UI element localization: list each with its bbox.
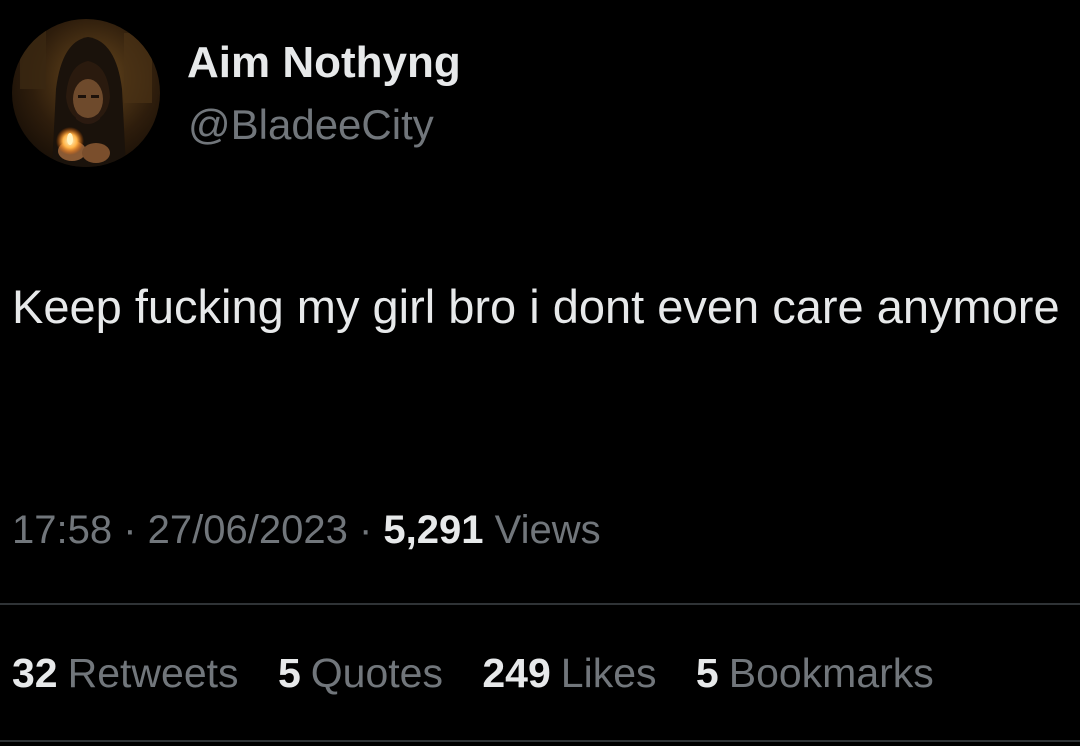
tweet-card: Aim Nothyng @BladeeCity Keep fucking my … — [0, 0, 1080, 746]
retweets-label: Retweets — [67, 650, 239, 696]
avatar[interactable] — [12, 19, 160, 167]
views-count: 5,291 — [383, 508, 484, 552]
tweet-meta: 17:58 · 27/06/2023 · 5,291 Views — [12, 508, 601, 553]
tweet-time[interactable]: 17:58 — [12, 508, 112, 552]
engagement-stats: 32 Retweets 5 Quotes 249 Likes 5 Bookmarks — [12, 650, 962, 697]
quotes-count: 5 — [277, 650, 301, 696]
author-handle[interactable]: @BladeeCity — [188, 101, 434, 149]
divider — [0, 603, 1080, 605]
retweets-stat[interactable]: 32 Retweets — [12, 650, 239, 697]
likes-count: 249 — [482, 650, 551, 696]
meta-separator: · — [347, 508, 384, 552]
divider — [0, 740, 1080, 742]
quotes-label: Quotes — [310, 650, 443, 696]
views-label: Views — [494, 508, 601, 552]
likes-stat[interactable]: 249 Likes — [482, 650, 656, 697]
tweet-date[interactable]: 27/06/2023 — [148, 508, 348, 552]
bookmarks-count: 5 — [695, 650, 719, 696]
meta-separator: · — [112, 508, 148, 552]
quotes-stat[interactable]: 5 Quotes — [278, 650, 443, 697]
author-display-name[interactable]: Aim Nothyng — [187, 38, 461, 88]
bookmarks-stat[interactable]: 5 Bookmarks — [696, 650, 934, 697]
retweets-count: 32 — [12, 650, 58, 696]
tweet-text: Keep fucking my girl bro i dont even car… — [12, 280, 1060, 333]
bookmarks-label: Bookmarks — [728, 650, 934, 696]
likes-label: Likes — [560, 650, 657, 696]
hooded-figure-avatar-icon — [12, 19, 160, 167]
